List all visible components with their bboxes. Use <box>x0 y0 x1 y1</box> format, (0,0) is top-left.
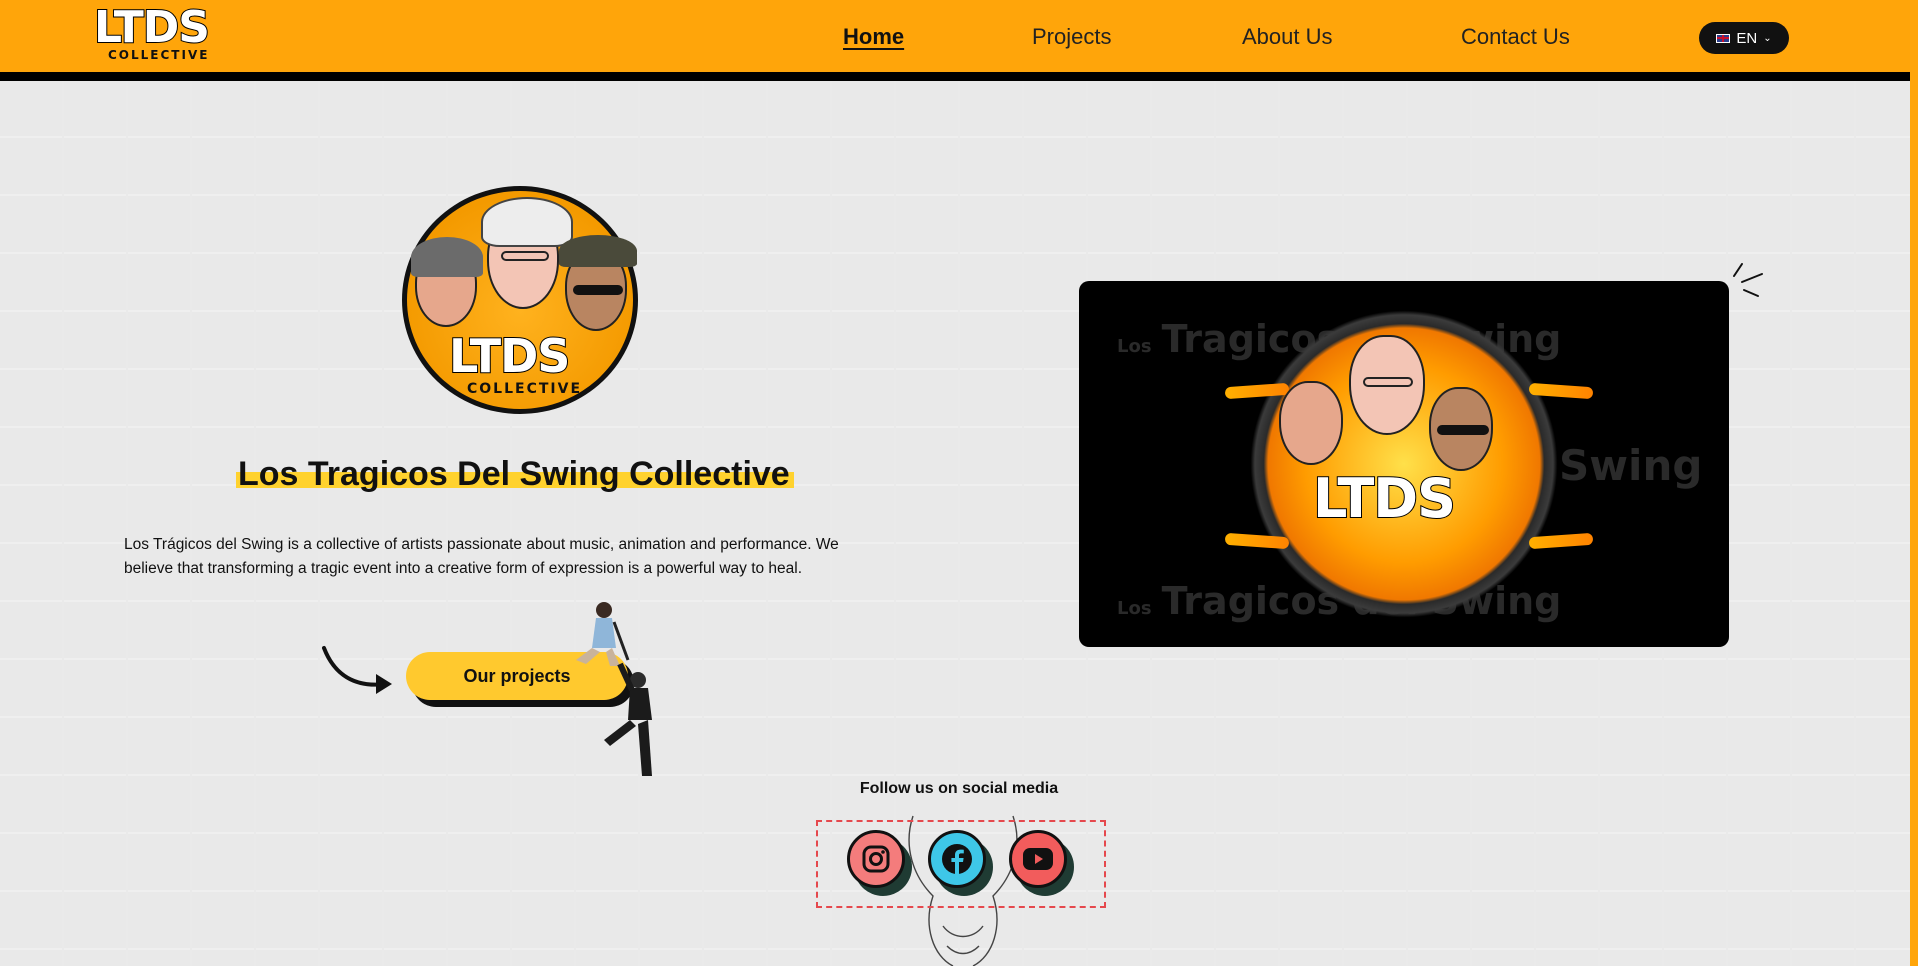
hero-description: Los Trágicos del Swing is a collective o… <box>124 536 839 577</box>
video-bg-text-middle: Swing <box>1559 441 1703 490</box>
hero-logo: LTDS COLLECTIVE <box>402 186 638 414</box>
instagram-icon <box>862 845 890 873</box>
language-selector[interactable]: EN ⌄ <box>1699 22 1789 54</box>
site-header: LTDS COLLECTIVE Home Projects About Us C… <box>0 0 1918 72</box>
nav-contact-us[interactable]: Contact Us <box>1461 24 1570 50</box>
uk-flag-icon <box>1716 33 1731 43</box>
hero-logo-subtitle: COLLECTIVE <box>467 381 583 397</box>
header-divider <box>0 72 1918 81</box>
nav-projects[interactable]: Projects <box>1032 24 1111 50</box>
brand-logo[interactable]: LTDS COLLECTIVE <box>93 2 220 63</box>
band-member-caricature-3 <box>559 235 637 331</box>
facebook-button[interactable] <box>928 830 986 888</box>
social-heading: Follow us on social media <box>859 780 1059 797</box>
video-logo-word: LTDS <box>1312 466 1457 531</box>
video-caricature-1 <box>1279 381 1343 465</box>
intro-video[interactable]: LosTragicos del Swing Swing LosTragicos … <box>1079 281 1729 647</box>
dancing-figures-illustration <box>576 602 652 776</box>
sparkle-icon <box>1733 263 1763 297</box>
nav-about-us[interactable]: About Us <box>1242 24 1333 50</box>
facebook-icon <box>942 844 972 874</box>
nav-home[interactable]: Home <box>843 24 904 50</box>
instagram-button[interactable] <box>847 830 905 888</box>
band-member-caricature-1 <box>411 237 483 327</box>
video-caricature-3 <box>1429 387 1493 471</box>
youtube-icon <box>1023 848 1053 870</box>
youtube-button[interactable] <box>1009 830 1067 888</box>
video-caricature-2 <box>1349 335 1425 435</box>
curved-arrow-icon <box>322 646 392 694</box>
page-edge-strip <box>1910 0 1918 966</box>
chevron-down-icon: ⌄ <box>1763 32 1772 44</box>
hero-logo-word: LTDS <box>448 328 571 384</box>
brand-logo-word: LTDS <box>93 2 211 53</box>
hero-title: Los Tragicos Del Swing Collective <box>238 455 790 493</box>
brand-logo-subtitle: COLLECTIVE <box>108 48 210 62</box>
language-label: EN <box>1736 29 1758 47</box>
band-member-caricature-2 <box>481 197 573 309</box>
